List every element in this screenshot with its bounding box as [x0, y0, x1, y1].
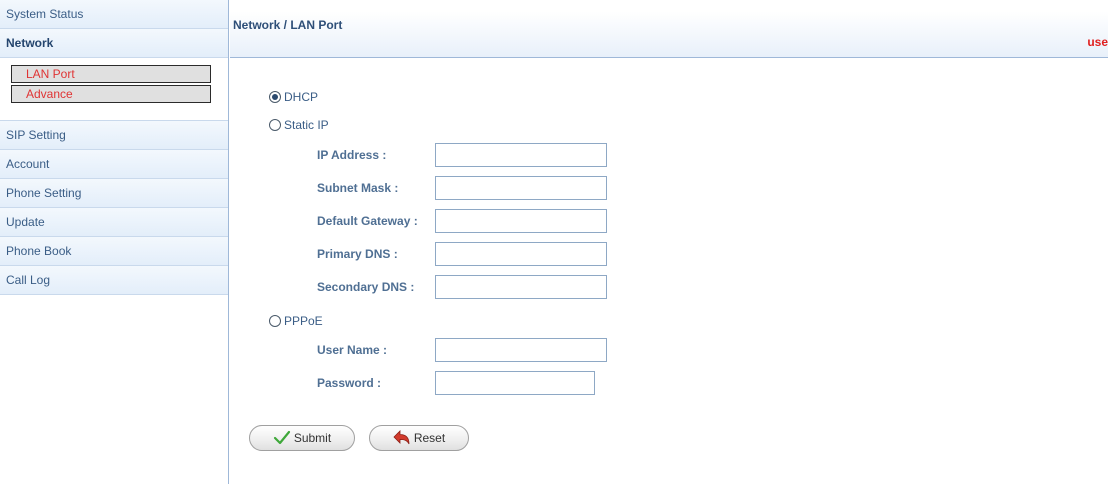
dhcp-option[interactable]: DHCP: [269, 89, 318, 105]
network-submenu: LAN Port Advance: [0, 58, 228, 121]
pppoe-option[interactable]: PPPoE: [269, 313, 323, 329]
main-content: Network / LAN Port use DHCP Static IP IP…: [230, 0, 1108, 484]
user-name-input[interactable]: [435, 338, 607, 362]
dhcp-label: DHCP: [284, 90, 319, 104]
user-name-label: User Name :: [317, 343, 388, 357]
primary-dns-input[interactable]: [435, 242, 607, 266]
sidebar-item-sip-setting[interactable]: SIP Setting: [0, 121, 228, 150]
password-label: Password :: [317, 376, 382, 390]
static-ip-radio[interactable]: [269, 119, 281, 131]
reset-label: Reset: [413, 431, 446, 445]
sidebar-item-phone-book[interactable]: Phone Book: [0, 237, 228, 266]
breadcrumb: Network / LAN Port: [233, 18, 343, 32]
page-header: Network / LAN Port use: [230, 0, 1108, 58]
user-indicator: use: [1087, 35, 1108, 49]
primary-dns-label: Primary DNS :: [317, 247, 398, 261]
undo-arrow-icon: [393, 430, 411, 446]
static-ip-label: Static IP: [284, 118, 329, 132]
dhcp-radio[interactable]: [269, 91, 281, 103]
static-ip-option[interactable]: Static IP: [269, 117, 329, 133]
sidebar: System Status Network LAN Port Advance S…: [0, 0, 229, 484]
secondary-dns-label: Secondary DNS :: [317, 280, 415, 294]
sidebar-item-call-log[interactable]: Call Log: [0, 266, 228, 295]
sidebar-item-network[interactable]: Network: [0, 29, 228, 58]
sidebar-item-account[interactable]: Account: [0, 150, 228, 179]
pppoe-label: PPPoE: [284, 314, 323, 328]
sidebar-item-update[interactable]: Update: [0, 208, 228, 237]
submenu-item-lan-port[interactable]: LAN Port: [11, 65, 211, 83]
default-gateway-input[interactable]: [435, 209, 607, 233]
sidebar-item-phone-setting[interactable]: Phone Setting: [0, 179, 228, 208]
password-input[interactable]: [435, 371, 595, 395]
secondary-dns-input[interactable]: [435, 275, 607, 299]
submit-label: Submit: [293, 431, 332, 445]
ip-address-input[interactable]: [435, 143, 607, 167]
submenu-item-advance[interactable]: Advance: [11, 85, 211, 103]
reset-button[interactable]: Reset: [369, 425, 469, 451]
default-gateway-label: Default Gateway :: [317, 214, 418, 228]
sidebar-item-system-status[interactable]: System Status: [0, 0, 228, 29]
checkmark-icon: [273, 430, 291, 446]
subnet-mask-label: Subnet Mask :: [317, 181, 399, 195]
subnet-mask-input[interactable]: [435, 176, 607, 200]
pppoe-radio[interactable]: [269, 315, 281, 327]
ip-address-label: IP Address :: [317, 148, 387, 162]
submit-button[interactable]: Submit: [249, 425, 355, 451]
